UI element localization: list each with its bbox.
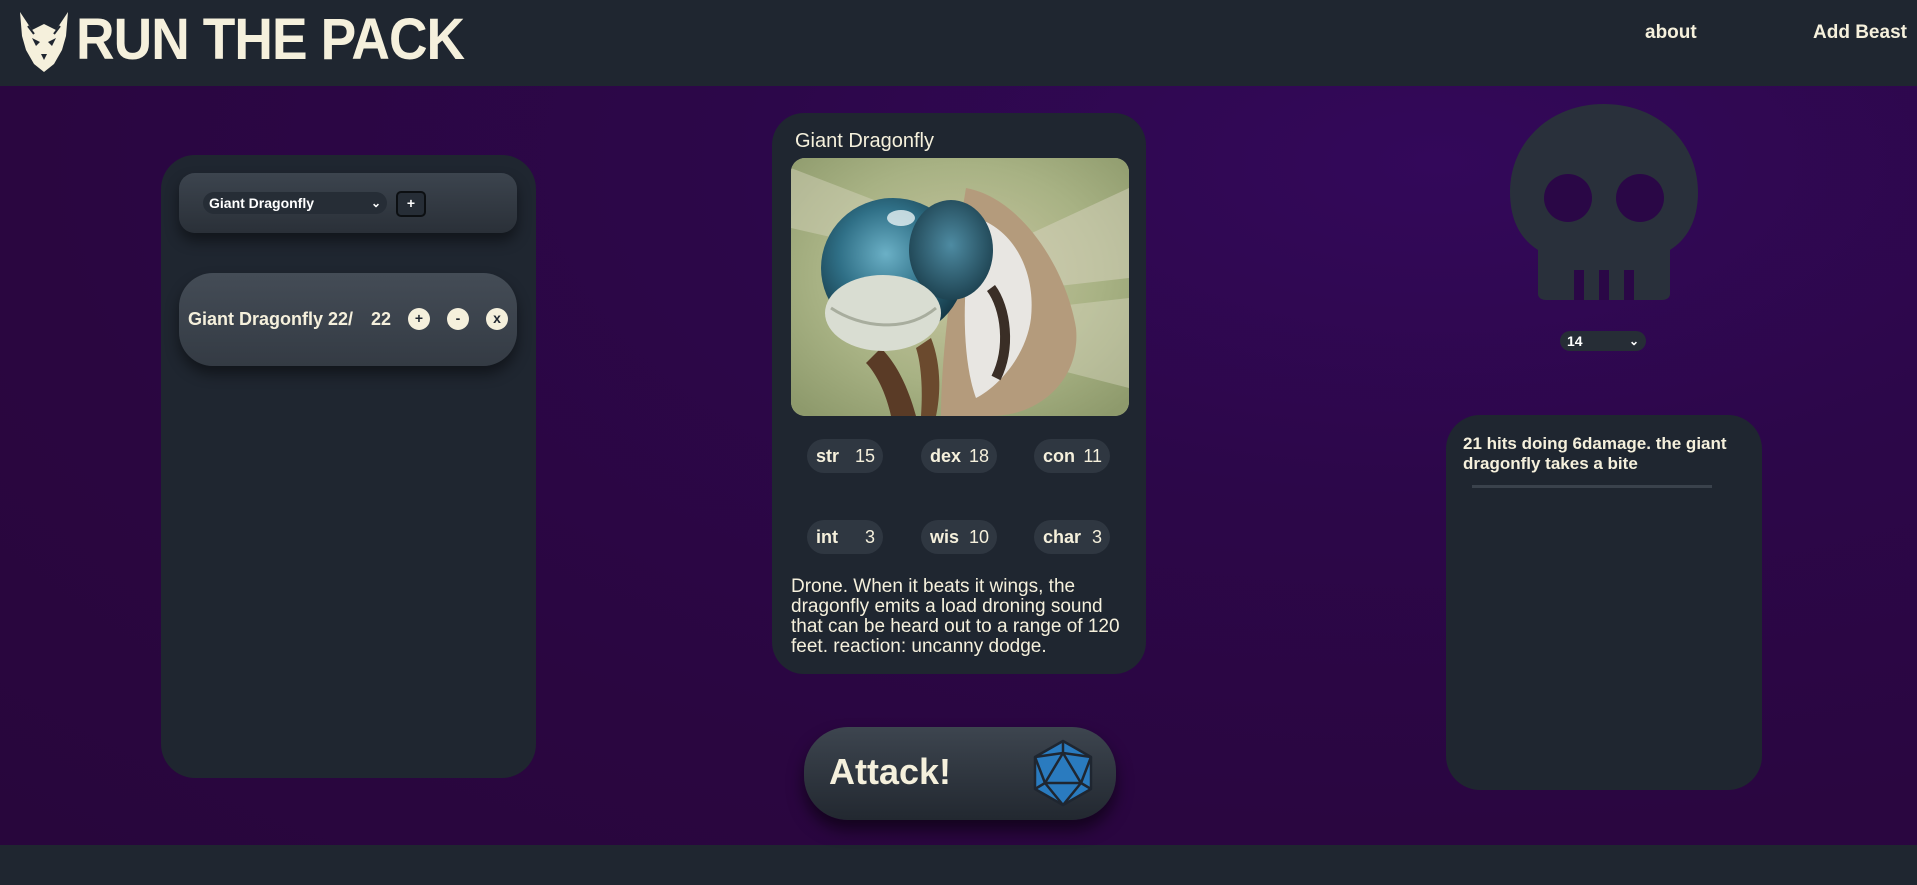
beast-select-dropdown[interactable]: Giant Dragonfly ⌄ — [203, 192, 387, 214]
stat-char-value: 3 — [1091, 527, 1102, 547]
beast-image — [791, 158, 1129, 416]
attack-button-label: Attack! — [829, 751, 952, 792]
nav-add-beast-link[interactable]: Add Beast — [1813, 22, 1907, 44]
stat-char: char 3 — [1034, 520, 1110, 554]
beast-row-name: Giant Dragonfly — [188, 309, 324, 329]
stat-int: int 3 — [807, 520, 883, 554]
stat-int-value: 3 — [864, 527, 875, 547]
stat-wis-label: wis — [930, 527, 960, 547]
beast-select-value: Giant Dragonfly — [209, 195, 315, 211]
chevron-down-icon: ⌄ — [370, 196, 381, 210]
add-beast-button[interactable]: + — [396, 191, 426, 217]
beast-card-title: Giant Dragonfly — [795, 130, 934, 152]
nav-about-link[interactable]: about — [1645, 22, 1697, 44]
hp-increase-button[interactable]: + — [408, 308, 430, 330]
beast-row-hp-current: 22/ — [328, 309, 354, 329]
beast-list-panel — [161, 155, 536, 778]
remove-beast-button[interactable]: x — [486, 308, 508, 330]
stat-str-value: 15 — [854, 446, 875, 466]
stat-int-label: int — [816, 527, 838, 547]
beast-card: Giant Dragonfly str 15 dex 18 con 11 int… — [772, 113, 1146, 674]
stat-con-value: 11 — [1083, 446, 1102, 466]
beast-row: Giant Dragonfly 22/ 22 + - x — [179, 273, 517, 366]
chevron-down-icon: ⌄ — [1628, 334, 1639, 348]
footer — [0, 845, 1917, 885]
combat-log-entry: 21 hits doing 6damage. the giant dragonf… — [1463, 434, 1727, 473]
stat-str: str 15 — [807, 439, 883, 473]
stat-dex-value: 18 — [968, 446, 989, 466]
beast-description: Drone. When it beats it wings, the drago… — [791, 576, 1120, 657]
stat-char-label: char — [1043, 527, 1082, 547]
wolf-logo-icon — [20, 12, 68, 72]
stat-str-label: str — [816, 446, 840, 466]
attack-button[interactable]: Attack! — [804, 727, 1116, 820]
combat-log-panel: 21 hits doing 6damage. the giant dragonf… — [1446, 415, 1762, 790]
skull-icon — [1510, 104, 1698, 300]
hp-decrease-button[interactable]: - — [447, 308, 469, 330]
stat-wis-value: 10 — [968, 527, 989, 547]
d20-dice-icon — [1033, 739, 1093, 807]
top-bar: RUN THE PACK about Add Beast — [0, 0, 1917, 86]
stat-dex-label: dex — [930, 446, 962, 466]
stat-con-label: con — [1043, 446, 1076, 466]
number-select-value: 14 — [1567, 333, 1583, 349]
app-title: RUN THE PACK — [76, 7, 465, 72]
stat-wis: wis 10 — [921, 520, 997, 554]
stat-con: con 11 — [1034, 439, 1110, 473]
dragonfly-photo — [791, 158, 1129, 416]
number-select-dropdown[interactable]: 14 ⌄ — [1560, 331, 1646, 351]
combat-log-divider — [1472, 485, 1712, 488]
beast-select-card: Giant Dragonfly ⌄ + — [179, 173, 517, 233]
beast-row-hp-max: 22 — [371, 309, 392, 329]
stat-dex: dex 18 — [921, 439, 997, 473]
